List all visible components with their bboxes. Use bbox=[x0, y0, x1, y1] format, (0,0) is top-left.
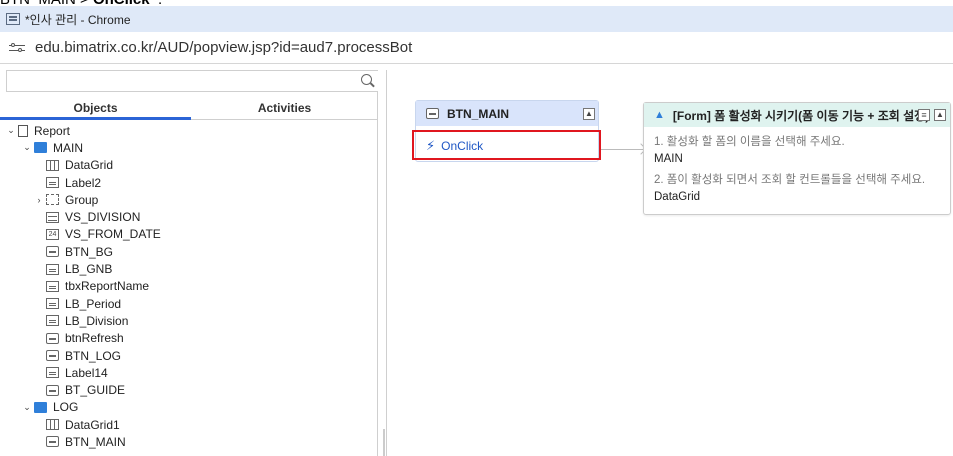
btn-icon bbox=[46, 436, 59, 448]
object-node-title: BTN_MAIN bbox=[447, 106, 509, 121]
tree-item[interactable]: › Group bbox=[0, 191, 376, 208]
btn-icon bbox=[46, 350, 59, 361]
tree-item[interactable]: ⌄ Report bbox=[0, 122, 376, 139]
tree-item-label: tbxReportName bbox=[65, 279, 150, 294]
label-icon bbox=[46, 280, 59, 292]
app-area: Objects Activities ⌄ Report ⌄ MAIN DataGrid L… bbox=[0, 64, 953, 456]
collapse-icon[interactable]: ▲ bbox=[934, 109, 946, 121]
tree-item-label: LB_GNB bbox=[65, 262, 113, 277]
label-icon bbox=[46, 367, 59, 379]
chevron-down-icon[interactable]: ⌄ bbox=[22, 142, 32, 153]
tree-item-label: btnRefresh bbox=[65, 331, 124, 346]
label-icon bbox=[46, 315, 59, 327]
tree-item[interactable]: VS_DIVISION bbox=[0, 208, 376, 225]
answer-2[interactable]: DataGrid bbox=[654, 191, 940, 203]
highlight-box bbox=[412, 130, 601, 160]
btn-icon bbox=[46, 332, 59, 344]
tree-item[interactable]: LB_Division bbox=[0, 312, 376, 329]
tree-item[interactable]: ⌄ LOG bbox=[0, 399, 376, 416]
doc-icon bbox=[18, 124, 28, 137]
question-1: 1. 활성화 할 폼의 이름을 선택해 주세요. bbox=[654, 136, 845, 148]
left-panel: Objects Activities ⌄ Report ⌄ MAIN DataGrid L… bbox=[0, 70, 378, 456]
tree-item[interactable]: ⌄ MAIN bbox=[0, 139, 376, 156]
button-icon bbox=[426, 108, 439, 119]
grp-icon bbox=[46, 194, 59, 206]
tree-item-label: BTN_MAIN bbox=[65, 434, 126, 449]
tree-item-label: LOG bbox=[53, 400, 79, 415]
label-icon bbox=[46, 263, 59, 275]
action-node[interactable]: ▲ [Form] 폼 활성화 시키기(폼 이동 기능 + 조회 설정) ≡ ▲ … bbox=[643, 102, 951, 215]
tree-item-label: VS_DIVISION bbox=[65, 210, 141, 225]
tree-item[interactable]: LB_Period bbox=[0, 295, 376, 312]
tree-item-label: Report bbox=[34, 123, 71, 138]
object-node-header[interactable]: BTN_MAIN ▲ bbox=[416, 101, 598, 126]
tree-item[interactable]: tbxReportName bbox=[0, 278, 376, 295]
tree-item[interactable]: 24 VS_FROM_DATE bbox=[0, 226, 376, 243]
tree-item-label: Group bbox=[65, 192, 99, 207]
tree-item[interactable]: btnRefresh bbox=[0, 330, 376, 347]
tab-objects[interactable]: Objects bbox=[0, 98, 191, 120]
tree-item-label: MAIN bbox=[53, 140, 83, 155]
tree-item[interactable]: DataGrid bbox=[0, 157, 376, 174]
object-tree: ⌄ Report ⌄ MAIN DataGrid Label2 › Group VS_DIVIS… bbox=[0, 122, 376, 456]
window-title: *인사 관리 - Chrome bbox=[25, 12, 131, 27]
tree-item[interactable]: LB_GNB bbox=[0, 260, 376, 277]
action-node-header[interactable]: ▲ [Form] 폼 활성화 시키기(폼 이동 기능 + 조회 설정) ≡ ▲ bbox=[644, 103, 950, 127]
tree-item-label: LB_Division bbox=[65, 313, 129, 328]
date-icon: 24 bbox=[46, 228, 59, 240]
chevron-down-icon[interactable]: ⌄ bbox=[6, 125, 16, 136]
tree-item-label: Label14 bbox=[65, 365, 108, 380]
chevron-down-icon[interactable]: ⌄ bbox=[22, 402, 32, 413]
tree-item-label: DataGrid bbox=[65, 158, 114, 173]
app-icon bbox=[6, 13, 20, 25]
tree-item-label: LB_Period bbox=[65, 296, 122, 311]
tree-item[interactable]: BTN_MAIN bbox=[0, 433, 376, 450]
action-node-body: 1. 활성화 할 폼의 이름을 선택해 주세요. MAIN 2. 폼이 활성화 … bbox=[644, 127, 950, 215]
tree-item-label: DataGrid1 bbox=[65, 417, 120, 432]
search-icon[interactable] bbox=[361, 74, 372, 85]
panel-splitter[interactable] bbox=[383, 429, 385, 456]
tree-item-label: BT_GUIDE bbox=[65, 383, 126, 398]
tab-activities[interactable]: Activities bbox=[191, 98, 378, 119]
folder-icon bbox=[34, 142, 47, 154]
panel-tabs: Objects Activities bbox=[0, 98, 378, 120]
label-icon bbox=[46, 177, 59, 189]
site-settings-icon[interactable] bbox=[9, 42, 25, 54]
tree-item[interactable]: Label14 bbox=[0, 364, 376, 381]
window-titlebar: *인사 관리 - Chrome bbox=[0, 6, 953, 32]
answer-1[interactable]: MAIN bbox=[654, 153, 940, 165]
list-icon[interactable]: ≡ bbox=[918, 109, 930, 121]
question-2: 2. 폼이 활성화 되면서 조회 할 컨트롤들을 선택해 주세요. bbox=[654, 174, 926, 186]
grid-icon bbox=[46, 159, 59, 171]
btn-icon bbox=[46, 384, 59, 396]
tree-item-label: BTN_BG bbox=[65, 244, 114, 259]
tree-item[interactable]: BTN_BG bbox=[0, 243, 376, 260]
grid-icon bbox=[46, 419, 59, 431]
label-icon bbox=[46, 298, 59, 310]
tree-item[interactable]: BTN_LOG bbox=[0, 347, 376, 364]
combo-icon bbox=[46, 211, 59, 223]
btn-icon bbox=[46, 246, 59, 258]
tree-item-label: BTN_LOG bbox=[65, 348, 122, 363]
tree-item[interactable]: BT_GUIDE bbox=[0, 381, 376, 398]
action-node-title: [Form] 폼 활성화 시키기(폼 이동 기능 + 조회 설정) bbox=[672, 108, 930, 123]
tree-item-label: Label2 bbox=[65, 175, 102, 190]
search-input[interactable] bbox=[6, 70, 378, 92]
connector-arrow bbox=[601, 149, 645, 150]
folder-icon bbox=[34, 401, 47, 413]
chevron-right-icon[interactable]: › bbox=[34, 195, 44, 205]
collapse-icon[interactable]: ▲ bbox=[583, 108, 595, 120]
tree-item[interactable]: DataGrid1 bbox=[0, 416, 376, 433]
tree-item[interactable]: Label2 bbox=[0, 174, 376, 191]
url-text[interactable]: edu.bimatrix.co.kr/AUD/popview.jsp?id=au… bbox=[35, 39, 412, 56]
tree-item-label: VS_FROM_DATE bbox=[65, 227, 161, 242]
people-icon: ▲ bbox=[654, 109, 665, 121]
flow-canvas: BTN_MAIN ▲ ⚡ OnClick ▲ [Form] 폼 활성화 시키기(… bbox=[386, 70, 953, 456]
address-bar[interactable]: edu.bimatrix.co.kr/AUD/popview.jsp?id=au… bbox=[0, 32, 953, 64]
